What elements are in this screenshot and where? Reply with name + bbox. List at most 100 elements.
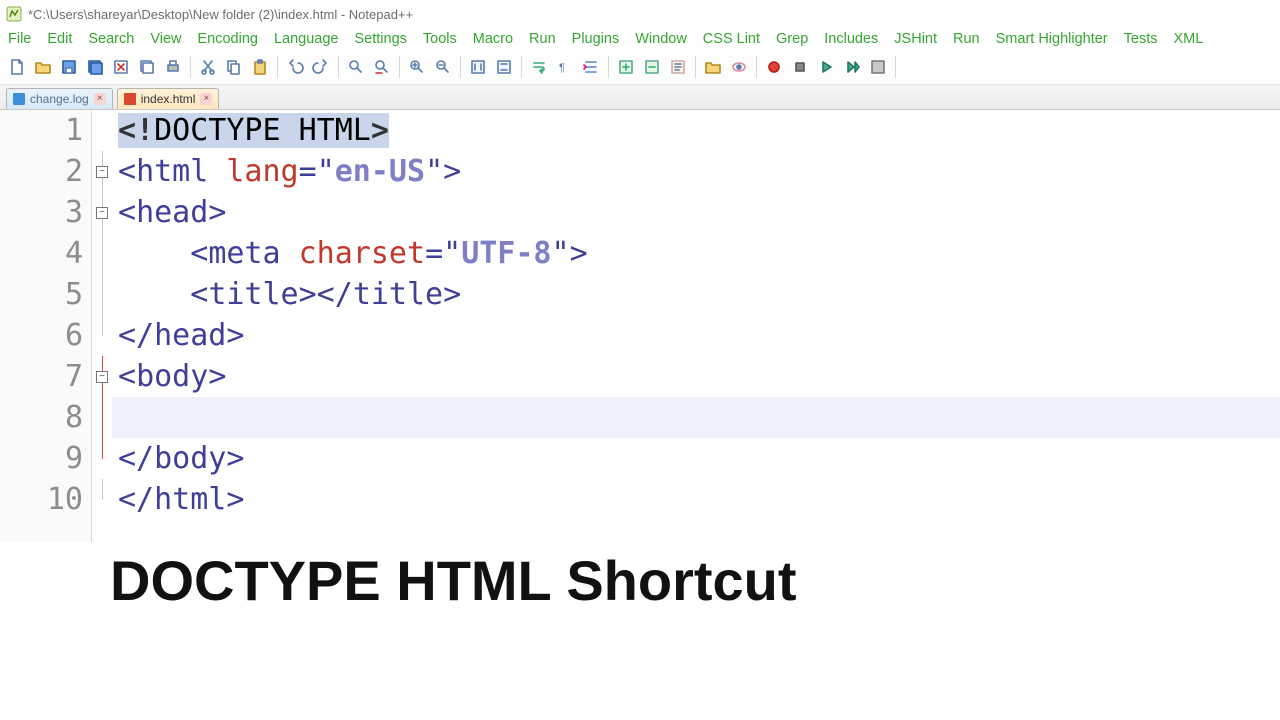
- document-tab[interactable]: index.html ×: [117, 88, 220, 109]
- line-number: 8: [0, 397, 83, 438]
- toolbar-separator: [695, 56, 696, 78]
- copy-icon[interactable]: [223, 56, 245, 78]
- menu-item-search[interactable]: Search: [88, 31, 134, 47]
- menu-item-macro[interactable]: Macro: [473, 31, 513, 47]
- save-icon[interactable]: [58, 56, 80, 78]
- line-number: 3: [0, 192, 83, 233]
- close-tab-icon[interactable]: ×: [200, 93, 212, 105]
- fold-cell: [92, 438, 112, 479]
- menu-item-jshint[interactable]: JSHint: [894, 31, 937, 47]
- line-number: 7: [0, 356, 83, 397]
- stop-icon[interactable]: [789, 56, 811, 78]
- redo-icon[interactable]: [310, 56, 332, 78]
- save-macro-icon[interactable]: [867, 56, 889, 78]
- fold-cell[interactable]: −: [92, 151, 112, 192]
- menu-item-css-lint[interactable]: CSS Lint: [703, 31, 760, 47]
- line-number: 4: [0, 233, 83, 274]
- code-editor[interactable]: 12345678910 − − − <!DOCTYPE HTML><html lan…: [0, 110, 1280, 542]
- fold-cell[interactable]: −: [92, 356, 112, 397]
- sync-v-icon[interactable]: [467, 56, 489, 78]
- toolbar-separator: [608, 56, 609, 78]
- zoom-in-icon[interactable]: [406, 56, 428, 78]
- code-line[interactable]: <head>: [112, 192, 1280, 233]
- close-tab-icon[interactable]: ×: [94, 93, 106, 105]
- code-line[interactable]: <!DOCTYPE HTML>: [112, 110, 1280, 151]
- line-number-gutter: 12345678910: [0, 110, 92, 542]
- paste-icon[interactable]: [249, 56, 271, 78]
- sync-h-icon[interactable]: [493, 56, 515, 78]
- menu-item-file[interactable]: File: [8, 31, 31, 47]
- code-line[interactable]: </head>: [112, 315, 1280, 356]
- line-number: 1: [0, 110, 83, 151]
- toolbar-separator: [277, 56, 278, 78]
- record-icon[interactable]: [763, 56, 785, 78]
- toolbar-separator: [756, 56, 757, 78]
- code-line[interactable]: <meta charset="UTF-8">: [112, 233, 1280, 274]
- menu-item-tools[interactable]: Tools: [423, 31, 457, 47]
- menu-item-window[interactable]: Window: [635, 31, 687, 47]
- code-line[interactable]: [112, 397, 1280, 438]
- print-icon[interactable]: [162, 56, 184, 78]
- file-icon: [124, 93, 136, 105]
- fold-toggle-icon[interactable]: −: [96, 371, 108, 383]
- fold-cell: [92, 233, 112, 274]
- undo-icon[interactable]: [284, 56, 306, 78]
- playn-icon[interactable]: [841, 56, 863, 78]
- menu-item-smart-highlighter[interactable]: Smart Highlighter: [996, 31, 1108, 47]
- cut-icon[interactable]: [197, 56, 219, 78]
- code-line[interactable]: <title></title>: [112, 274, 1280, 315]
- indent-guide-icon[interactable]: [580, 56, 602, 78]
- tool-bar: ¶: [0, 50, 1280, 85]
- monitor-icon[interactable]: [728, 56, 750, 78]
- toolbar-separator: [521, 56, 522, 78]
- function-list-icon[interactable]: [667, 56, 689, 78]
- replace-icon[interactable]: [371, 56, 393, 78]
- folder-icon[interactable]: [702, 56, 724, 78]
- menu-item-plugins[interactable]: Plugins: [572, 31, 620, 47]
- menu-item-run[interactable]: Run: [529, 31, 556, 47]
- find-icon[interactable]: [345, 56, 367, 78]
- menu-item-view[interactable]: View: [150, 31, 181, 47]
- menu-item-includes[interactable]: Includes: [824, 31, 878, 47]
- fold-cell[interactable]: −: [92, 192, 112, 233]
- fold-cell: [92, 315, 112, 356]
- line-number: 5: [0, 274, 83, 315]
- tab-strip: change.log × index.html ×: [0, 85, 1280, 110]
- toolbar-separator: [338, 56, 339, 78]
- menu-item-encoding[interactable]: Encoding: [198, 31, 258, 47]
- fold-cell: [92, 397, 112, 438]
- new-file-icon[interactable]: [6, 56, 28, 78]
- menu-item-run[interactable]: Run: [953, 31, 980, 47]
- fold-column[interactable]: − − −: [92, 110, 112, 542]
- play-icon[interactable]: [815, 56, 837, 78]
- wrap-icon[interactable]: [528, 56, 550, 78]
- open-file-icon[interactable]: [32, 56, 54, 78]
- fold-icon[interactable]: [615, 56, 637, 78]
- code-line[interactable]: </body>: [112, 438, 1280, 479]
- fold-cell: [92, 274, 112, 315]
- tab-label: index.html: [141, 92, 196, 106]
- close-all-icon[interactable]: [136, 56, 158, 78]
- save-all-icon[interactable]: [84, 56, 106, 78]
- fold-cell: [92, 479, 112, 520]
- menu-item-edit[interactable]: Edit: [47, 31, 72, 47]
- close-icon[interactable]: [110, 56, 132, 78]
- caption-overlay: DOCTYPE HTML Shortcut: [110, 548, 797, 613]
- menu-item-grep[interactable]: Grep: [776, 31, 808, 47]
- code-area[interactable]: <!DOCTYPE HTML><html lang="en-US"><head>…: [112, 110, 1280, 542]
- code-line[interactable]: <body>: [112, 356, 1280, 397]
- fold-toggle-icon[interactable]: −: [96, 207, 108, 219]
- unfold-icon[interactable]: [641, 56, 663, 78]
- menu-item-language[interactable]: Language: [274, 31, 339, 47]
- zoom-out-icon[interactable]: [432, 56, 454, 78]
- menu-item-tests[interactable]: Tests: [1124, 31, 1158, 47]
- code-line[interactable]: </html>: [112, 479, 1280, 520]
- menu-item-settings[interactable]: Settings: [354, 31, 406, 47]
- menu-item-xml[interactable]: XML: [1173, 31, 1203, 47]
- document-tab[interactable]: change.log ×: [6, 88, 113, 109]
- fold-toggle-icon[interactable]: −: [96, 166, 108, 178]
- toolbar-separator: [460, 56, 461, 78]
- toolbar-separator: [895, 56, 896, 78]
- show-ws-icon[interactable]: ¶: [554, 56, 576, 78]
- code-line[interactable]: <html lang="en-US">: [112, 151, 1280, 192]
